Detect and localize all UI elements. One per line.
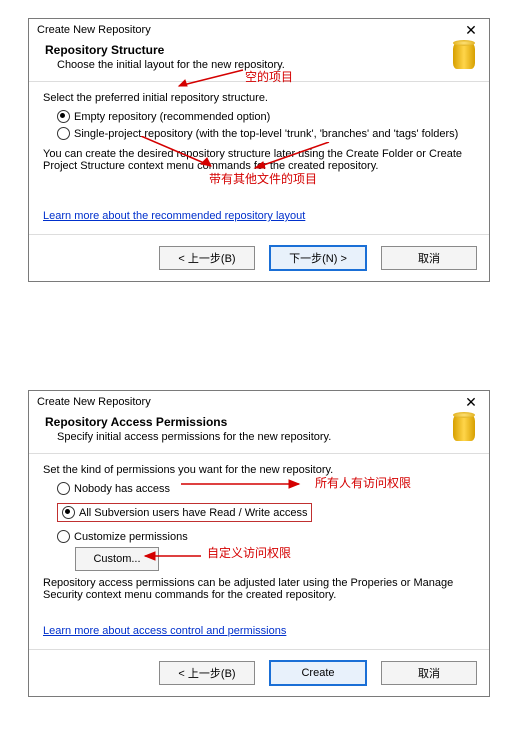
annotation-other-files: 带有其他文件的项目 [209, 170, 317, 187]
header-title: Repository Access Permissions [45, 415, 473, 429]
instruction-text: Select the preferred initial repository … [43, 92, 475, 104]
database-icon [453, 43, 475, 69]
close-icon[interactable]: ✕ [459, 23, 483, 37]
radio-nobody-access[interactable]: Nobody has access [57, 482, 475, 495]
learn-more-link[interactable]: Learn more about the recommended reposit… [43, 210, 305, 222]
dialog-body: Select the preferred initial repository … [29, 82, 489, 234]
database-icon [453, 415, 475, 441]
header: Repository Access Permissions Specify in… [29, 413, 489, 453]
radio-single-project[interactable]: Single-project repository (with the top-… [57, 127, 475, 140]
titlebar: Create New Repository ✕ [29, 19, 489, 41]
instruction-text: Set the kind of permissions you want for… [43, 464, 475, 476]
dialog-repo-structure: Create New Repository ✕ Repository Struc… [28, 18, 490, 282]
window-title: Create New Repository [37, 24, 151, 36]
header-title: Repository Structure [45, 43, 473, 57]
radio-all-users-access[interactable]: All Subversion users have Read / Write a… [57, 503, 312, 522]
learn-more-link[interactable]: Learn more about access control and perm… [43, 625, 286, 637]
button-bar: < 上一步(B) Create 取消 [29, 649, 489, 696]
radio-icon [62, 506, 75, 519]
radio-label: Nobody has access [74, 483, 170, 495]
cancel-button[interactable]: 取消 [381, 246, 477, 270]
dialog-body: Set the kind of permissions you want for… [29, 454, 489, 649]
note-text: You can create the desired repository st… [43, 148, 475, 172]
back-button[interactable]: < 上一步(B) [159, 661, 255, 685]
custom-button[interactable]: Custom... [75, 547, 159, 571]
radio-label: Empty repository (recommended option) [74, 111, 270, 123]
back-button[interactable]: < 上一步(B) [159, 246, 255, 270]
radio-empty-repo[interactable]: Empty repository (recommended option) [57, 110, 475, 123]
note-text: Repository access permissions can be adj… [43, 577, 475, 601]
radio-label: Customize permissions [74, 531, 188, 543]
radio-icon [57, 110, 70, 123]
next-button[interactable]: 下一步(N) > [269, 245, 367, 271]
dialog-access-permissions: Create New Repository ✕ Repository Acces… [28, 390, 490, 697]
close-icon[interactable]: ✕ [459, 395, 483, 409]
titlebar: Create New Repository ✕ [29, 391, 489, 413]
radio-label: Single-project repository (with the top-… [74, 128, 458, 140]
create-button[interactable]: Create [269, 660, 367, 686]
radio-icon [57, 530, 70, 543]
radio-customize-permissions[interactable]: Customize permissions [57, 530, 475, 543]
header: Repository Structure Choose the initial … [29, 41, 489, 81]
radio-label: All Subversion users have Read / Write a… [79, 507, 307, 519]
radio-icon [57, 482, 70, 495]
cancel-button[interactable]: 取消 [381, 661, 477, 685]
header-subtitle: Choose the initial layout for the new re… [57, 59, 473, 71]
window-title: Create New Repository [37, 396, 151, 408]
button-bar: < 上一步(B) 下一步(N) > 取消 [29, 234, 489, 281]
header-subtitle: Specify initial access permissions for t… [57, 431, 473, 443]
radio-icon [57, 127, 70, 140]
